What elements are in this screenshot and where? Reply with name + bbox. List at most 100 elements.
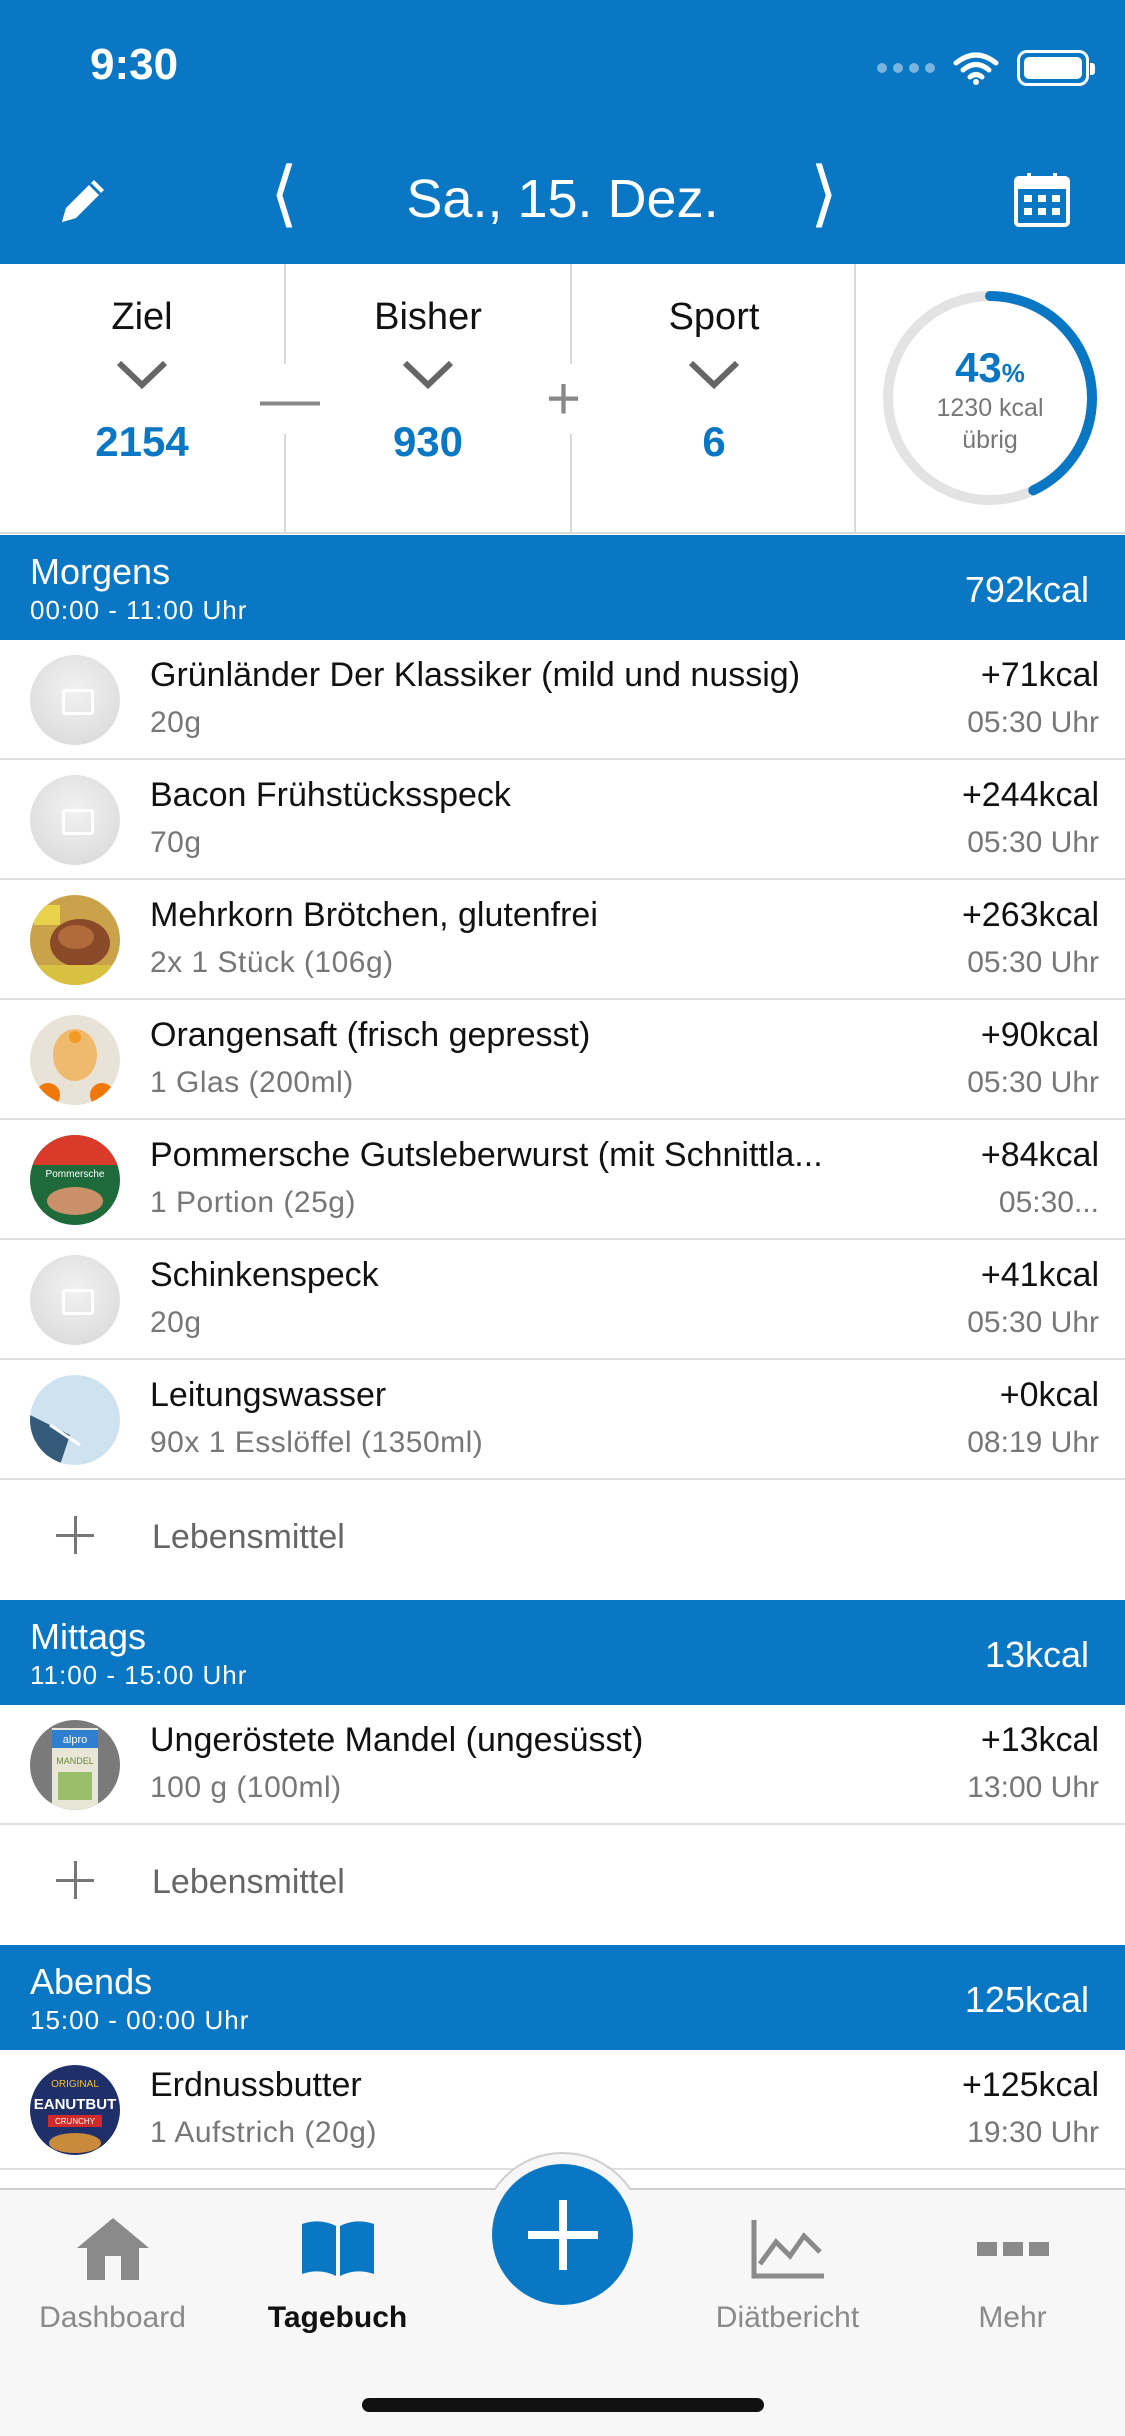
food-title: Leitungswasser <box>150 1376 387 1414</box>
book-icon <box>301 2221 374 2276</box>
food-portion: 20g <box>150 1306 202 1339</box>
so-far-column[interactable]: Bisher 930 <box>286 264 570 534</box>
tab-tagebuch[interactable]: Tagebuch <box>225 2190 450 2360</box>
meal-header-morgens[interactable]: Morgens 00:00 - 11:00 Uhr 792kcal <box>0 535 1125 640</box>
chevron-down-icon <box>688 360 740 390</box>
so-far-label: Bisher <box>374 296 482 338</box>
food-time: 05:30 Uhr <box>967 1066 1099 1099</box>
tab-diaetbericht[interactable]: Diätbericht <box>675 2190 900 2360</box>
food-kcal: +0kcal <box>999 1376 1099 1414</box>
liver-sausage-image: Pommersche <box>30 1135 120 1225</box>
food-title: Mehrkorn Brötchen, glutenfrei <box>150 896 598 934</box>
divider <box>854 264 856 534</box>
svg-text:CRUNCHY: CRUNCHY <box>55 2117 96 2126</box>
add-entry-button[interactable] <box>492 2164 633 2305</box>
date-title[interactable]: Sa., 15. Dez. <box>0 168 1125 230</box>
food-portion: 100 g (100ml) <box>150 1771 342 1804</box>
goal-label: Ziel <box>111 296 173 338</box>
meal-kcal: 125kcal <box>964 1979 1089 2020</box>
food-kcal: +90kcal <box>980 1016 1099 1054</box>
list-item[interactable]: Pommersche Pommersche Gutsleberwurst (mi… <box>0 1120 1125 1240</box>
list-item[interactable]: Schinkenspeck 20g +41kcal 05:30 Uhr <box>0 1240 1125 1360</box>
status-time: 9:30 <box>90 40 179 89</box>
bread-roll-image <box>30 895 120 985</box>
next-day-button[interactable]: ⟩ <box>810 158 838 230</box>
ring-label: 43% 1230 kcal übrig <box>878 344 1102 456</box>
app-header: 9:30 ⟨ Sa., 15. Dez. ⟩ <box>0 0 1125 264</box>
food-portion: 1 Aufstrich (20g) <box>150 2116 377 2149</box>
add-food-button-mittags[interactable]: Lebensmittel <box>0 1825 1125 1945</box>
signal-icon <box>877 63 935 73</box>
svg-text:EANUTBUT: EANUTBUT <box>34 2096 117 2113</box>
svg-text:Pommersche: Pommersche <box>46 1169 105 1180</box>
food-title: Ungeröstete Mandel (ungesüsst) <box>150 1721 644 1759</box>
meal-time: 15:00 - 00:00 Uhr <box>30 2005 250 2035</box>
food-kcal: +84kcal <box>980 1136 1099 1174</box>
tab-label: Diätbericht <box>715 2301 860 2334</box>
calendar-icon[interactable] <box>1013 170 1071 228</box>
add-food-label: Lebensmittel <box>152 1863 345 1901</box>
tab-mehr[interactable]: Mehr <box>900 2190 1125 2360</box>
food-kcal: +41kcal <box>980 1256 1099 1294</box>
chevron-down-icon <box>116 360 168 390</box>
food-title: Erdnussbutter <box>150 2066 362 2104</box>
plus-icon <box>56 1861 94 1899</box>
meal-kcal: 13kcal <box>984 1634 1089 1675</box>
list-item[interactable]: Bacon Frühstücksspeck 70g +244kcal 05:30… <box>0 760 1125 880</box>
list-item[interactable]: Grünländer Der Klassiker (mild und nussi… <box>0 640 1125 760</box>
list-item[interactable]: Orangensaft (frisch gepresst) 1 Glas (20… <box>0 1000 1125 1120</box>
goal-column[interactable]: Ziel 2154 <box>0 264 284 534</box>
home-icon <box>76 2218 149 2280</box>
svg-text:alpro: alpro <box>63 1734 87 1746</box>
sport-column[interactable]: Sport 6 <box>572 264 856 534</box>
food-time: 05:30 Uhr <box>967 946 1099 979</box>
more-icon <box>976 2242 1049 2256</box>
food-time: 05:30 Uhr <box>967 706 1099 739</box>
food-portion: 70g <box>150 826 202 859</box>
food-time: 13:00 Uhr <box>967 1771 1099 1804</box>
food-time: 19:30 Uhr <box>967 2116 1099 2149</box>
meal-header-mittags[interactable]: Mittags 11:00 - 15:00 Uhr 13kcal <box>0 1600 1125 1705</box>
chart-icon <box>751 2220 824 2279</box>
ring-percent: 43% <box>955 344 1025 391</box>
orange-juice-image <box>30 1015 120 1105</box>
food-kcal: +244kcal <box>961 776 1099 814</box>
svg-text:ORIGINAL: ORIGINAL <box>51 2079 99 2090</box>
food-title: Grünländer Der Klassiker (mild und nussi… <box>150 656 801 694</box>
add-food-button-morgens[interactable]: Lebensmittel <box>0 1480 1125 1600</box>
food-kcal: +13kcal <box>980 1721 1099 1759</box>
goal-value: 2154 <box>95 418 189 465</box>
food-portion: 1 Glas (200ml) <box>150 1066 354 1099</box>
food-kcal: +71kcal <box>980 656 1099 694</box>
add-food-label: Lebensmittel <box>152 1518 345 1556</box>
sport-value: 6 <box>702 418 726 465</box>
list-item[interactable]: Leitungswasser 90x 1 Esslöffel (1350ml) … <box>0 1360 1125 1480</box>
tab-label: Dashboard <box>39 2301 186 2334</box>
date-navigation: ⟨ Sa., 15. Dez. ⟩ <box>0 150 1125 250</box>
food-time: 05:30 Uhr <box>967 1306 1099 1339</box>
calorie-summary: Ziel 2154 — Bisher 930 + Sport 6 43% 123… <box>0 264 1125 534</box>
status-icons <box>877 50 1095 86</box>
meal-header-abends[interactable]: Abends 15:00 - 00:00 Uhr 125kcal <box>0 1945 1125 2050</box>
food-image-placeholder-icon <box>30 655 120 745</box>
chevron-down-icon <box>402 360 454 390</box>
battery-icon <box>1017 50 1095 86</box>
list-item[interactable]: alpro MANDEL Ungeröstete Mandel (ungesüs… <box>0 1705 1125 1825</box>
food-portion: 1 Portion (25g) <box>150 1186 356 1219</box>
tab-dashboard[interactable]: Dashboard <box>0 2190 225 2360</box>
food-title: Schinkenspeck <box>150 1256 379 1294</box>
meal-name: Morgens <box>30 551 171 592</box>
food-time: 08:19 Uhr <box>967 1426 1099 1459</box>
food-portion: 2x 1 Stück (106g) <box>150 946 394 979</box>
wifi-icon <box>953 52 999 85</box>
svg-text:MANDEL: MANDEL <box>56 1756 94 1766</box>
meal-time: 11:00 - 15:00 Uhr <box>30 1660 248 1690</box>
ring-remaining: übrig <box>962 426 1018 454</box>
food-image-placeholder-icon <box>30 1255 120 1345</box>
almond-drink-image: alpro MANDEL <box>30 1720 120 1810</box>
list-item[interactable]: Mehrkorn Brötchen, glutenfrei 2x 1 Stück… <box>0 880 1125 1000</box>
home-indicator <box>362 2398 764 2412</box>
tab-label: Tagebuch <box>267 2301 408 2334</box>
food-portion: 90x 1 Esslöffel (1350ml) <box>150 1426 484 1459</box>
food-image-placeholder-icon <box>30 775 120 865</box>
